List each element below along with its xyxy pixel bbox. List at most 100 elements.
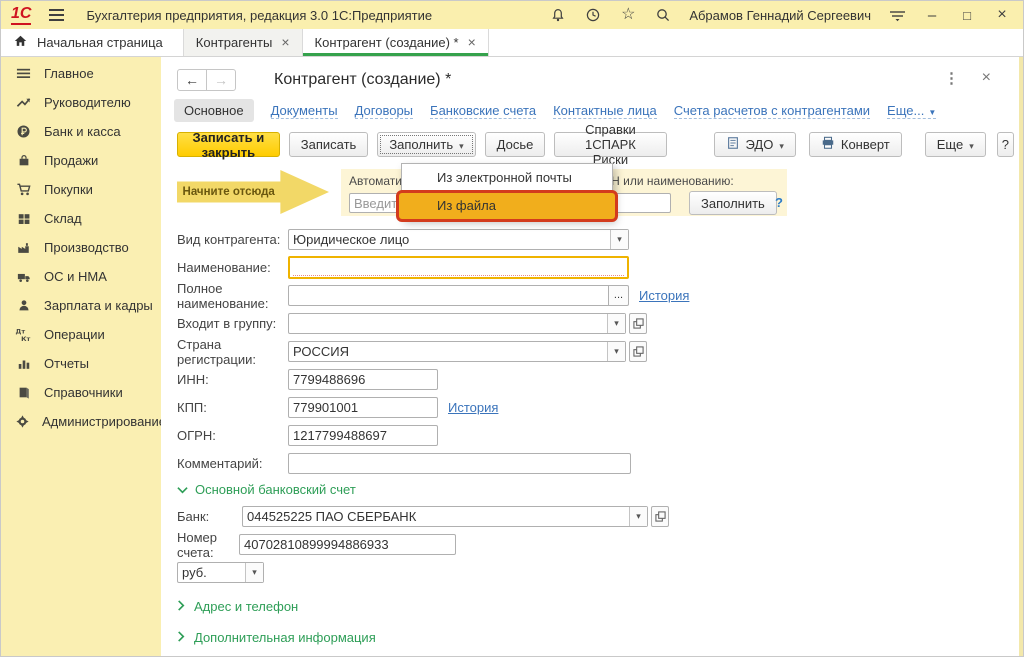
- navlink-scheta-raschetov[interactable]: Счета расчетов с контрагентами: [674, 103, 870, 119]
- truck-icon: [15, 270, 32, 284]
- sidebar-item-sklad[interactable]: Склад: [1, 204, 161, 233]
- group-input[interactable]: [289, 314, 607, 333]
- more-commands-icon[interactable]: [944, 69, 959, 88]
- currency-select[interactable]: [177, 562, 264, 583]
- country-open-button[interactable]: [629, 341, 647, 362]
- spark-button[interactable]: Справки 1СПАРК Риски: [554, 132, 666, 157]
- form-navlinks: Основное Документы Договоры Банковские с…: [174, 99, 936, 122]
- navlink-dogovory[interactable]: Договоры: [355, 103, 413, 119]
- full-name-input[interactable]: [288, 285, 609, 306]
- bank-open-button[interactable]: [651, 506, 669, 527]
- chevron-down-icon: [177, 482, 188, 497]
- bank-input[interactable]: [243, 507, 629, 526]
- menu-item-from-email[interactable]: Из электронной почты: [402, 165, 612, 190]
- sidebar-item-operacii[interactable]: ДтКт Операции: [1, 320, 161, 349]
- group-open-button[interactable]: [629, 313, 647, 334]
- navlink-more[interactable]: Еще...: [887, 103, 936, 119]
- kpp-label: КПП:: [177, 400, 288, 415]
- tab-osnovnoe[interactable]: Основное: [174, 99, 254, 122]
- name-input[interactable]: [290, 258, 627, 277]
- tab-home[interactable]: Начальная страница: [1, 29, 184, 56]
- inn-input[interactable]: [288, 369, 438, 390]
- save-and-close-button[interactable]: Записать и закрыть: [177, 132, 280, 157]
- maximize-button[interactable]: [958, 6, 976, 24]
- search-icon[interactable]: [654, 6, 672, 24]
- history-icon[interactable]: [584, 6, 602, 24]
- sidebar-item-administrirovanie[interactable]: Администрирование: [1, 407, 161, 436]
- app-title: Бухгалтерия предприятия, редакция 3.0 1С…: [86, 8, 432, 23]
- titlebar-actions: Абрамов Геннадий Сергеевич: [549, 1, 1011, 29]
- notifications-bell-icon[interactable]: [549, 6, 567, 24]
- kind-select[interactable]: [288, 229, 629, 250]
- back-button[interactable]: ←: [177, 69, 207, 91]
- ogrn-input[interactable]: [288, 425, 438, 446]
- onec-logo: 1С: [11, 6, 31, 25]
- sidebar-item-rukovoditelyu[interactable]: Руководителю: [1, 88, 161, 117]
- menu-lines-icon: [15, 66, 32, 81]
- sidebar-item-bank-i-kassa[interactable]: Банк и касса: [1, 117, 161, 146]
- additional-info-toggle[interactable]: Дополнительная информация: [177, 630, 1015, 645]
- favorites-star-icon[interactable]: [619, 6, 637, 24]
- chevron-down-icon: [969, 137, 974, 152]
- sidebar-item-pokupki[interactable]: Покупки: [1, 175, 161, 204]
- close-tab-icon[interactable]: [468, 35, 476, 50]
- minimize-button[interactable]: [923, 6, 941, 24]
- scrollbar-track[interactable]: [1019, 57, 1023, 657]
- book-icon: [15, 385, 32, 400]
- forward-button[interactable]: →: [206, 69, 236, 91]
- full-name-history-link[interactable]: История: [639, 288, 689, 303]
- sidebar-item-glavnoe[interactable]: Главное: [1, 59, 161, 88]
- group-select[interactable]: [288, 313, 626, 334]
- envelope-button[interactable]: Конверт: [809, 132, 902, 157]
- sidebar-item-zarplata-i-kadry[interactable]: Зарплата и кадры: [1, 291, 161, 320]
- edo-button[interactable]: ЭДО: [714, 132, 796, 157]
- sidebar-item-spravochniki[interactable]: Справочники: [1, 378, 161, 407]
- chevron-down-icon[interactable]: [245, 563, 263, 582]
- name-label: Наименование:: [177, 260, 288, 275]
- sidebar: Главное Руководителю Банк и касса Продаж…: [1, 57, 161, 657]
- close-form-icon[interactable]: [982, 69, 991, 87]
- chevron-down-icon[interactable]: [629, 507, 647, 526]
- chevron-down-icon[interactable]: [607, 342, 625, 361]
- chevron-down-icon: [924, 103, 936, 118]
- sidebar-item-otchety[interactable]: Отчеты: [1, 349, 161, 378]
- comment-input[interactable]: [288, 453, 631, 474]
- service-menu-icon[interactable]: [888, 6, 906, 24]
- more-button[interactable]: Еще: [925, 132, 986, 157]
- navlink-bankovskie-scheta[interactable]: Банковские счета: [430, 103, 536, 119]
- sidebar-item-os-i-nma[interactable]: ОС и НМА: [1, 262, 161, 291]
- close-tab-icon[interactable]: [281, 35, 289, 50]
- tab-kontragenty[interactable]: Контрагенты: [184, 29, 303, 56]
- account-number-input[interactable]: [239, 534, 456, 555]
- tab-kontragent-sozdanie[interactable]: Контрагент (создание) *: [303, 29, 489, 56]
- chevron-right-icon: [177, 599, 185, 614]
- chevron-down-icon[interactable]: [610, 230, 628, 249]
- bank-select[interactable]: [242, 506, 648, 527]
- menu-item-from-file[interactable]: Из файла: [396, 190, 618, 222]
- sidebar-item-prodazhi[interactable]: Продажи: [1, 146, 161, 175]
- main-menu-icon[interactable]: [49, 9, 64, 21]
- country-input[interactable]: [289, 342, 607, 361]
- kpp-input[interactable]: [288, 397, 438, 418]
- fill-button[interactable]: Заполнить: [377, 132, 475, 157]
- autofill-button[interactable]: Заполнить: [689, 191, 777, 215]
- full-name-ellipsis-button[interactable]: [609, 285, 629, 306]
- tabbar: Начальная страница Контрагенты Контраген…: [1, 29, 1023, 57]
- address-phone-toggle[interactable]: Адрес и телефон: [177, 599, 1015, 614]
- save-button[interactable]: Записать: [289, 132, 369, 157]
- close-window-button[interactable]: [993, 6, 1011, 24]
- navlink-dokumenty[interactable]: Документы: [271, 103, 338, 119]
- help-button[interactable]: ?: [997, 132, 1014, 157]
- dossier-button[interactable]: Досье: [485, 132, 546, 157]
- bank-section-toggle[interactable]: Основной банковский счет: [177, 482, 1015, 497]
- kind-input[interactable]: [289, 230, 610, 249]
- country-select[interactable]: [288, 341, 626, 362]
- autofill-help-link[interactable]: ?: [775, 195, 783, 210]
- sidebar-item-proizvodstvo[interactable]: Производство: [1, 233, 161, 262]
- form-toolbar: Записать и закрыть Записать Заполнить До…: [177, 132, 1023, 157]
- chevron-down-icon: [779, 137, 784, 152]
- navlink-kontaktnye-lica[interactable]: Контактные лица: [553, 103, 657, 119]
- chevron-down-icon[interactable]: [607, 314, 625, 333]
- kpp-history-link[interactable]: История: [448, 400, 498, 415]
- currency-input[interactable]: [178, 563, 245, 582]
